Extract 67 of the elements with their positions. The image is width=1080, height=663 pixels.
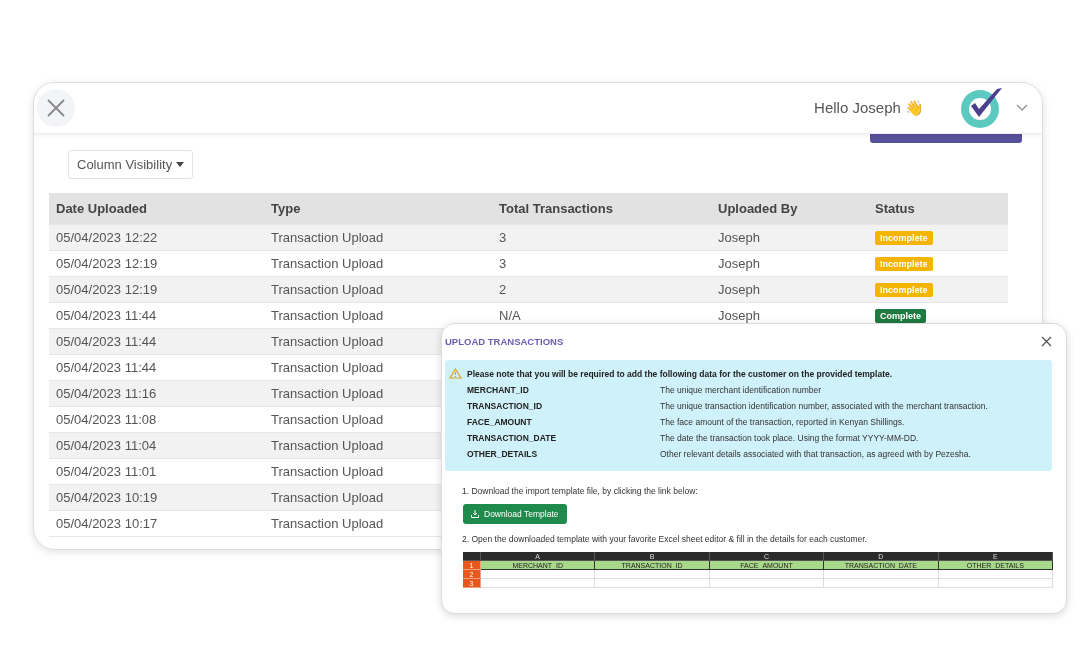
download-template-button[interactable]: Download Template xyxy=(463,504,567,524)
dialog-title: UPLOAD TRANSACTIONS xyxy=(445,335,564,347)
field-description: The date the transaction took place. Using the format YYYY-MM-DD. xyxy=(660,433,920,443)
table-cell: 05/04/2023 10:17 xyxy=(56,516,158,531)
warning-icon xyxy=(449,368,462,379)
notice-text: Please note that you will be required to add the following data for the customer on the provided template. xyxy=(467,368,893,379)
field-description: The face amount of the transaction, reported in Kenyan Shillings. xyxy=(660,417,906,427)
status-badge: Incomplete xyxy=(875,256,933,271)
field-name: TRANSACTION_DATE xyxy=(467,433,558,443)
table-cell: 3 xyxy=(499,230,507,245)
table-cell: 05/04/2023 11:01 xyxy=(56,464,157,479)
table-cell: 05/04/2023 11:16 xyxy=(56,386,157,401)
table-cell: 05/04/2023 11:44 xyxy=(56,334,157,349)
field-description: The unique merchant identification number xyxy=(660,385,823,395)
table-cell: N/A xyxy=(499,308,521,323)
table-cell: 05/04/2023 11:44 xyxy=(56,308,157,323)
column-visibility-dropdown[interactable]: Column Visibility xyxy=(68,150,194,179)
column-header: Type xyxy=(271,201,301,216)
table-cell: Joseph xyxy=(718,282,760,297)
download-icon xyxy=(471,510,479,518)
table-cell: Joseph xyxy=(718,308,760,323)
status-badge: Incomplete xyxy=(875,230,933,245)
column-header: Date Uploaded xyxy=(56,201,147,216)
field-name: OTHER_DETAILS xyxy=(467,449,539,459)
table-cell: Transaction Upload xyxy=(271,516,384,531)
close-button[interactable] xyxy=(1041,335,1052,347)
field-description: Other relevant details associated with that transaction, as agreed with by Pezesha. xyxy=(660,449,972,459)
table-cell: Transaction Upload xyxy=(271,282,384,297)
column-header: Status xyxy=(875,201,915,216)
field-name: FACE_AMOUNT xyxy=(467,417,533,427)
table-cell: 05/04/2023 11:08 xyxy=(56,412,157,427)
sheet-corner xyxy=(463,552,481,561)
table-cell: 05/04/2023 12:22 xyxy=(56,230,158,245)
table-cell: Joseph xyxy=(718,256,760,271)
field-name: MERCHANT_ID xyxy=(467,385,530,395)
table-cell: Transaction Upload xyxy=(271,256,384,271)
table-cell: Transaction Upload xyxy=(271,490,384,505)
table-cell: Transaction Upload xyxy=(271,360,384,375)
step-text: 1. Download the import template file, by clicking the link below: xyxy=(462,486,699,496)
table-cell: Transaction Upload xyxy=(271,334,384,349)
chevron-down-icon[interactable] xyxy=(1016,104,1028,112)
field-description: The unique transaction identification number, associated with the merchant transaction. xyxy=(660,401,989,411)
status-badge: Incomplete xyxy=(875,282,933,297)
column-header: Uploaded By xyxy=(718,201,798,216)
step-text: 2. Open the downloaded template with your favorite Excel sheet editor & fill in the details for each customer. xyxy=(462,534,868,544)
column-header: Total Transactions xyxy=(499,201,613,216)
close-button[interactable] xyxy=(37,89,75,127)
greeting-text: Hello Joseph 👋 xyxy=(814,99,924,117)
caret-icon xyxy=(176,162,185,167)
table-cell: Transaction Upload xyxy=(271,464,384,479)
table-cell: 05/04/2023 11:04 xyxy=(56,438,157,453)
table-cell: 05/04/2023 12:19 xyxy=(56,256,158,271)
table-cell: 05/04/2023 10:19 xyxy=(56,490,158,505)
table-cell: 05/04/2023 11:44 xyxy=(56,360,157,375)
field-name: TRANSACTION_ID xyxy=(467,401,544,411)
table-cell: 2 xyxy=(499,282,507,297)
status-badge: Complete xyxy=(875,308,926,323)
table-cell: Transaction Upload xyxy=(271,230,384,245)
table-cell: Transaction Upload xyxy=(271,412,384,427)
table-cell: Joseph xyxy=(718,230,760,245)
close-icon xyxy=(47,99,65,117)
table-cell: 05/04/2023 12:19 xyxy=(56,282,158,297)
logo-icon xyxy=(960,86,1004,130)
table-cell: 3 xyxy=(499,256,507,271)
table-cell: Transaction Upload xyxy=(271,308,384,323)
table-cell: Transaction Upload xyxy=(271,438,384,453)
table-cell: Transaction Upload xyxy=(271,386,384,401)
